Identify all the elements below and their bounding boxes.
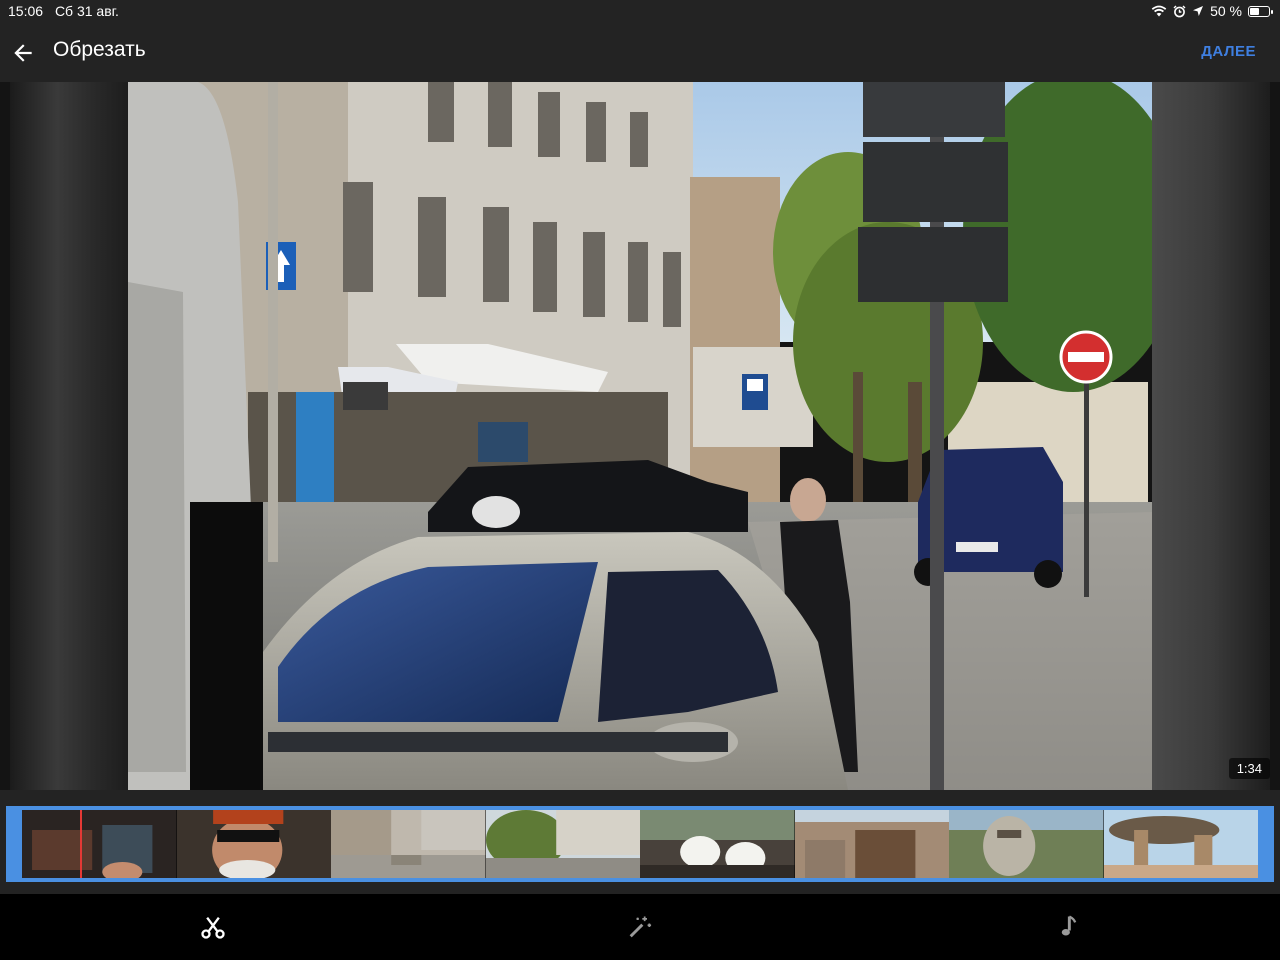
page-title: Обрезать xyxy=(53,38,146,61)
wifi-icon xyxy=(1151,5,1167,17)
video-frame xyxy=(128,82,1152,790)
filmstrip-trimmer[interactable] xyxy=(6,806,1274,882)
location-icon xyxy=(1193,6,1204,16)
alarm-icon xyxy=(1173,5,1186,17)
arrow-left-icon[interactable] xyxy=(10,40,36,66)
magic-wand-icon[interactable] xyxy=(626,913,654,941)
filmstrip-frame xyxy=(485,810,640,878)
battery-icon xyxy=(1248,5,1273,17)
blurred-left-edge xyxy=(10,82,128,790)
scissors-icon[interactable] xyxy=(199,913,227,941)
filmstrip-frames xyxy=(22,810,1258,878)
video-preview[interactable]: 1:34 xyxy=(0,82,1280,790)
filmstrip-frame xyxy=(1103,810,1258,878)
filmstrip-frame xyxy=(176,810,331,878)
filmstrip-frame xyxy=(331,810,486,878)
status-time: 15:06 xyxy=(8,3,44,19)
battery-percent: 50 % xyxy=(1210,3,1242,19)
status-left: 15:06 Сб 31 авг. xyxy=(8,3,127,19)
filmstrip-frame xyxy=(794,810,949,878)
status-date: Сб 31 авг. xyxy=(54,3,119,19)
filmstrip-frame xyxy=(640,810,795,878)
battery-fill xyxy=(1250,7,1259,15)
filmstrip-frame xyxy=(22,810,177,878)
music-note-icon[interactable] xyxy=(1053,913,1081,941)
playhead[interactable] xyxy=(80,810,82,878)
duration-label: 1:34 xyxy=(1228,758,1270,779)
bottom-toolbar xyxy=(0,894,1280,960)
status-bar: 15:06 Сб 31 авг. 50 % xyxy=(0,0,1280,22)
filmstrip-frame xyxy=(949,810,1104,878)
status-right: 50 % xyxy=(1151,3,1273,19)
blurred-right-edge xyxy=(1152,82,1270,790)
next-button[interactable]: ДАЛЕЕ xyxy=(1201,43,1256,60)
header-bar: Обрезать ДАЛЕЕ xyxy=(0,22,1280,82)
